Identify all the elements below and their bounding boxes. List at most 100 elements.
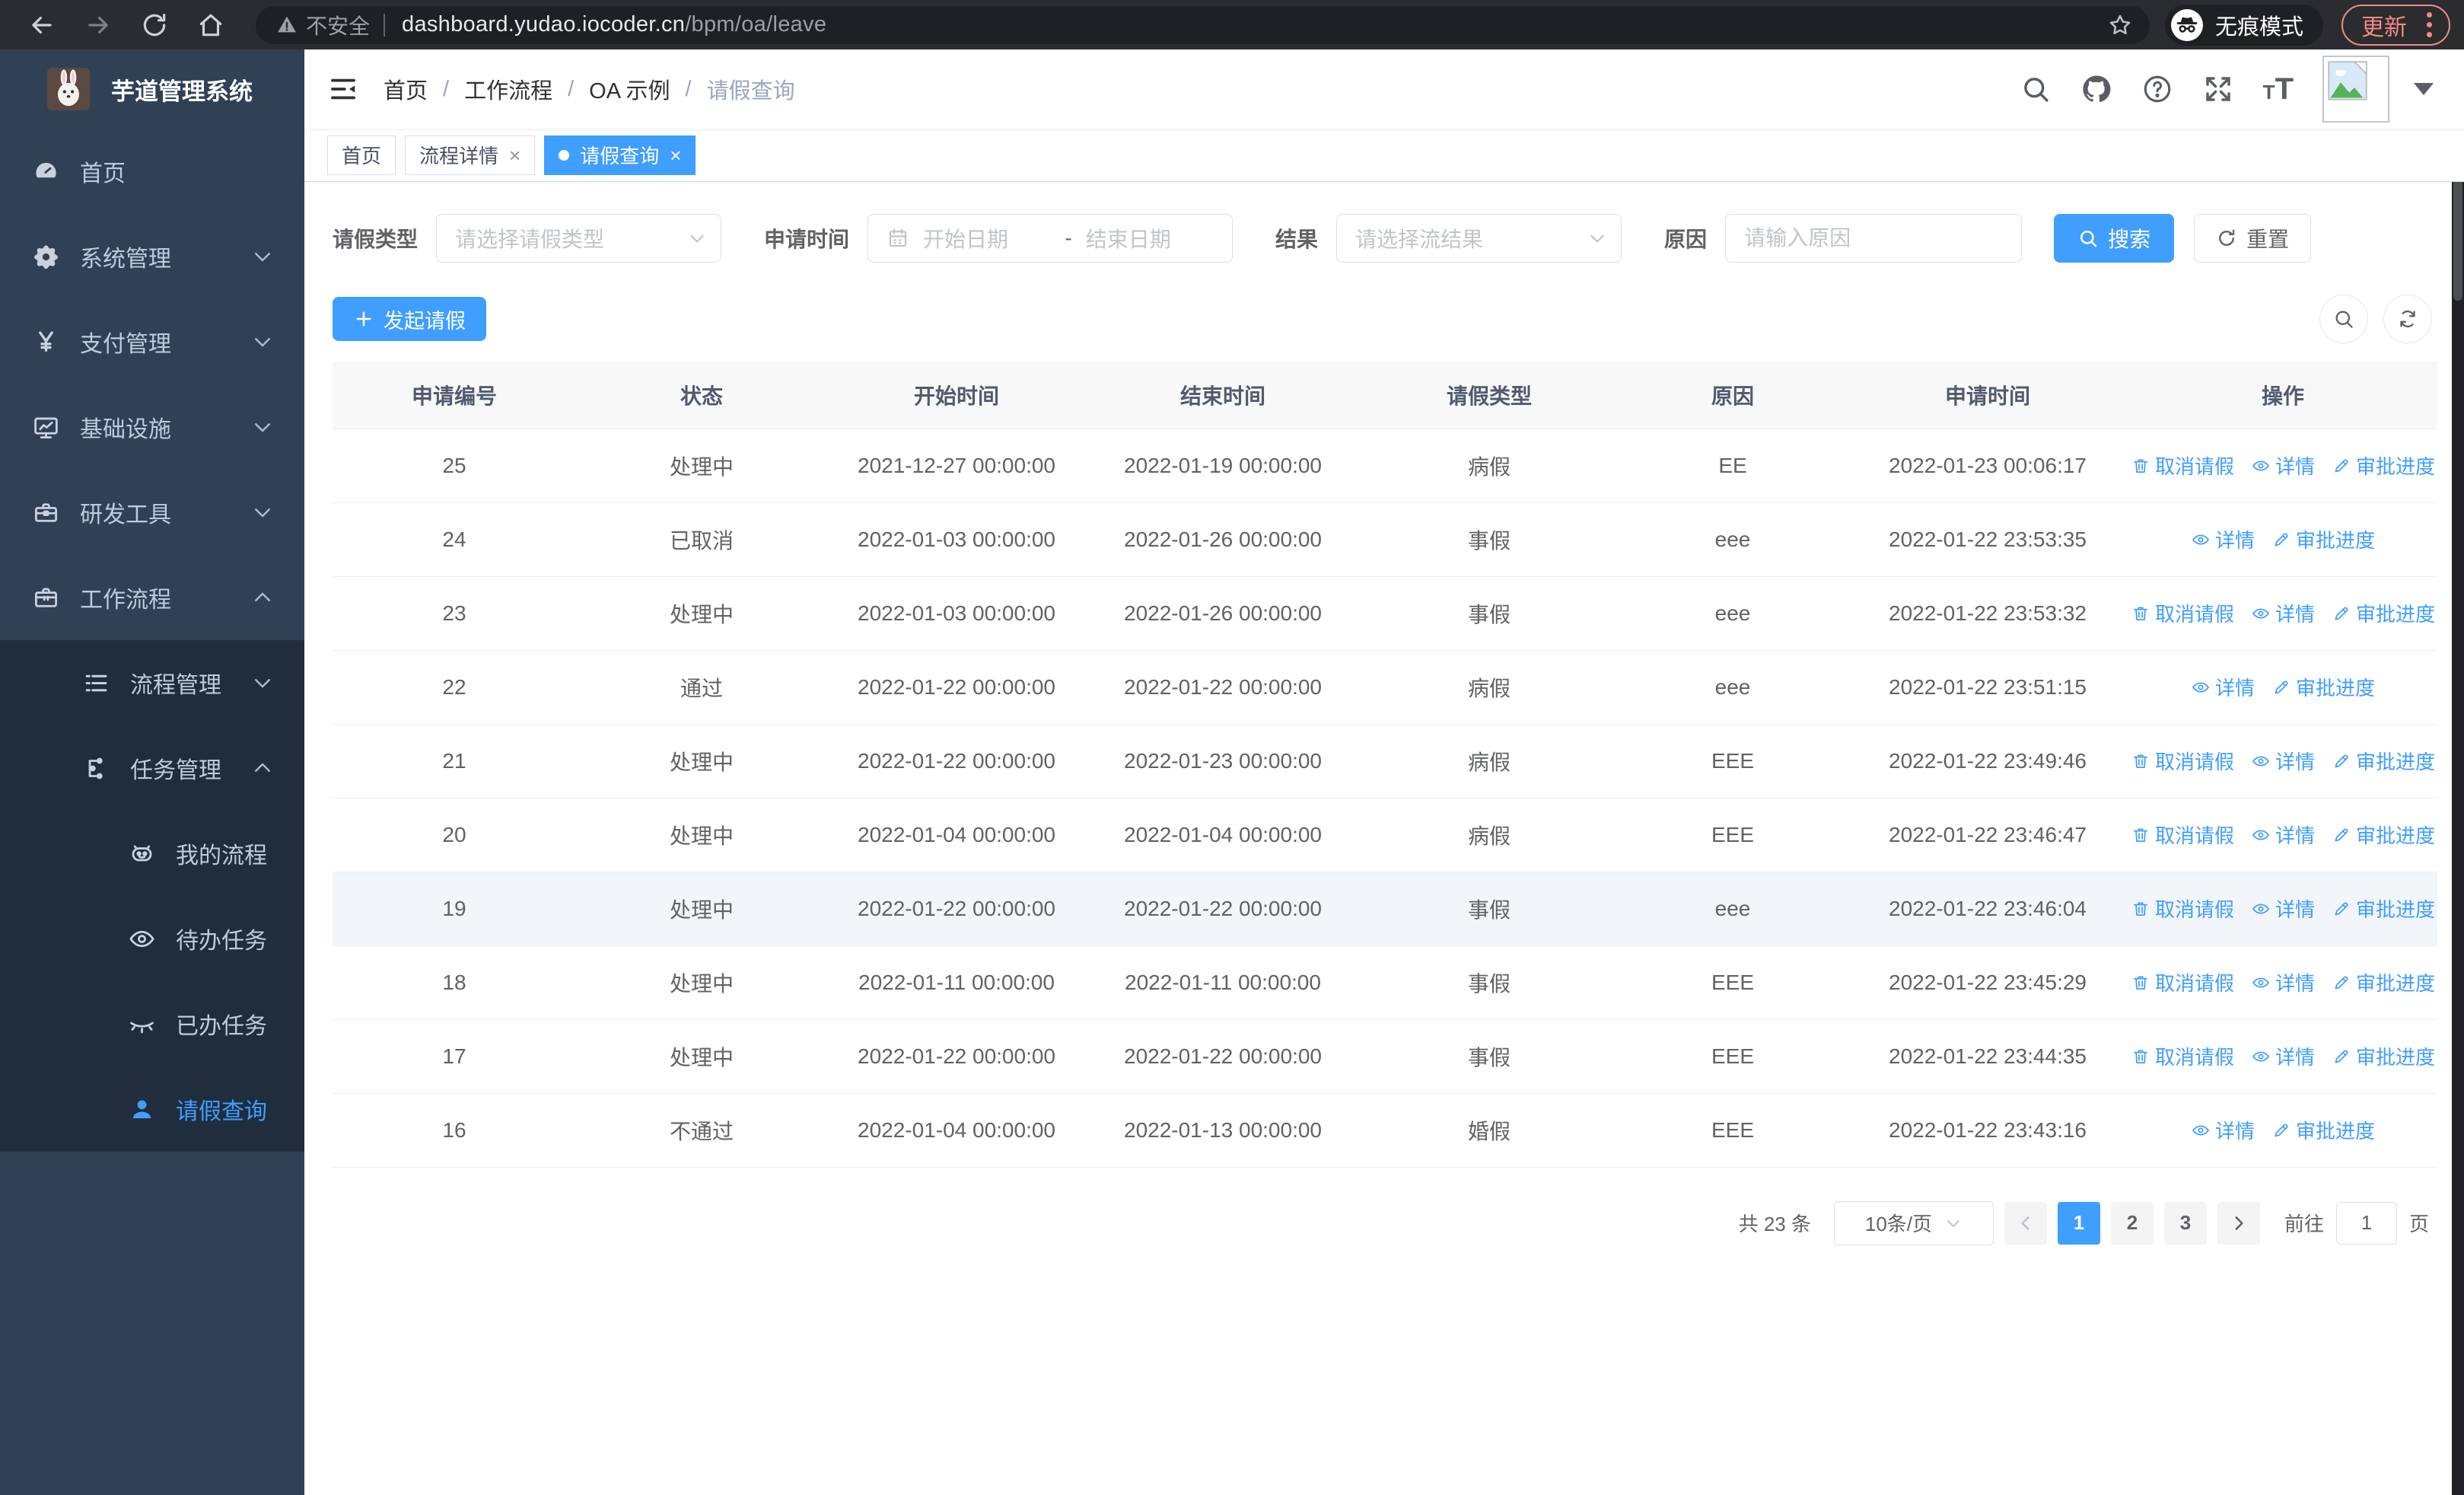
update-button[interactable]: 更新 — [2341, 4, 2450, 46]
goto-label: 前往 — [2284, 1213, 2324, 1235]
search-button[interactable]: 搜索 — [2054, 214, 2175, 263]
url-text[interactable]: dashboard.yudao.iocoder.cn/bpm/oa/leave — [402, 12, 826, 37]
detail-link[interactable]: 详情 — [2251, 747, 2315, 775]
page-button-2[interactable]: 2 — [2110, 1201, 2154, 1245]
tab-2[interactable]: 请假查询 × — [544, 135, 696, 175]
cancel-leave-link[interactable]: 取消请假 — [2131, 821, 2234, 849]
sidebar-item-5[interactable]: 工作流程 — [0, 555, 304, 640]
detail-link[interactable]: 详情 — [2191, 673, 2255, 701]
tab-close-icon[interactable]: × — [670, 145, 681, 165]
detail-link[interactable]: 详情 — [2251, 599, 2315, 627]
avatar[interactable] — [2322, 56, 2389, 123]
back-icon[interactable] — [27, 11, 56, 40]
tab-1[interactable]: 流程详情 × — [405, 135, 536, 175]
eye-closed-icon — [128, 1010, 156, 1038]
sidebar-item-4[interactable]: 研发工具 — [0, 470, 304, 555]
sidebar-item-6[interactable]: 流程管理 — [0, 640, 304, 725]
reset-button[interactable]: 重置 — [2194, 214, 2312, 263]
sidebar-item-label: 首页 — [80, 161, 126, 186]
sidebar-item-9[interactable]: 待办任务 — [0, 896, 304, 981]
github-icon[interactable] — [2080, 73, 2112, 105]
sidebar-toggle-icon[interactable] — [327, 73, 359, 105]
security-label[interactable]: 不安全 — [306, 10, 370, 40]
table-refresh-button[interactable] — [2383, 295, 2432, 343]
approval-progress-link[interactable]: 审批进度 — [2271, 525, 2375, 553]
cell-status: 处理中 — [576, 429, 827, 503]
detail-link[interactable]: 详情 — [2251, 968, 2315, 996]
sidebar-item-10[interactable]: 已办任务 — [0, 981, 304, 1066]
sidebar-item-7[interactable]: 任务管理 — [0, 725, 304, 811]
detail-link[interactable]: 详情 — [2191, 1116, 2255, 1144]
font-size-icon[interactable]: TT — [2263, 72, 2294, 107]
fullscreen-icon[interactable] — [2202, 73, 2234, 105]
approval-progress-link[interactable]: 审批进度 — [2332, 1042, 2435, 1070]
cancel-leave-link[interactable]: 取消请假 — [2131, 968, 2234, 996]
home-icon[interactable] — [196, 11, 225, 40]
tab-label: 请假查询 — [580, 145, 660, 167]
goto-page-input[interactable] — [2335, 1201, 2397, 1245]
sidebar-item-2[interactable]: 支付管理 — [0, 299, 304, 384]
breadcrumb-item-2[interactable]: OA 示例 — [589, 73, 670, 105]
sidebar-item-3[interactable]: 基础设施 — [0, 384, 304, 470]
cell-status: 处理中 — [576, 945, 827, 1020]
cancel-leave-link[interactable]: 取消请假 — [2131, 451, 2234, 480]
sidebar-item-label: 待办任务 — [176, 929, 267, 954]
detail-link[interactable]: 详情 — [2191, 525, 2255, 553]
sidebar-item-1[interactable]: 系统管理 — [0, 214, 304, 299]
tab-close-icon[interactable]: × — [509, 145, 520, 165]
reason-input[interactable] — [1744, 226, 2022, 250]
breadcrumb-separator: / — [443, 76, 450, 101]
help-icon[interactable] — [2141, 73, 2173, 105]
sidebar-item-11[interactable]: 请假查询 — [0, 1066, 304, 1152]
bookmark-star-icon[interactable] — [2107, 12, 2133, 38]
approval-progress-link[interactable]: 审批进度 — [2332, 821, 2435, 849]
sidebar-item-0[interactable]: 首页 — [0, 129, 304, 214]
cancel-leave-link[interactable]: 取消请假 — [2131, 747, 2234, 775]
detail-link-label: 详情 — [2214, 677, 2255, 700]
prev-page-button[interactable] — [2004, 1201, 2047, 1245]
page-size-select[interactable]: 10条/页 — [1833, 1200, 1994, 1245]
update-label[interactable]: 更新 — [2361, 8, 2407, 42]
create-leave-button[interactable]: 发起请假 — [333, 297, 486, 341]
breadcrumb-item-0[interactable]: 首页 — [384, 73, 428, 105]
table-search-button[interactable] — [2319, 295, 2368, 343]
address-bar[interactable]: 不安全 dashboard.yudao.iocoder.cn/bpm/oa/le… — [256, 5, 2150, 44]
approval-progress-link[interactable]: 审批进度 — [2332, 747, 2435, 775]
app-logo[interactable]: 芋道管理系统 — [0, 49, 304, 129]
reload-icon[interactable] — [140, 11, 169, 40]
result-select[interactable]: 请选择流结果 — [1336, 214, 1622, 263]
approval-progress-link[interactable]: 审批进度 — [2271, 673, 2375, 701]
date-end-placeholder[interactable]: 结束日期 — [1086, 223, 1214, 253]
page-button-3[interactable]: 3 — [2163, 1201, 2207, 1245]
cancel-leave-link[interactable]: 取消请假 — [2131, 1042, 2234, 1070]
leave-type-select[interactable]: 请选择请假类型 — [436, 214, 722, 263]
detail-link[interactable]: 详情 — [2251, 451, 2315, 480]
detail-link[interactable]: 详情 — [2251, 1042, 2315, 1070]
column-header-7: 操作 — [2128, 362, 2437, 429]
sidebar: 芋道管理系统 首页系统管理 支付管理 基础设施 研发工具 工作流程 流程管理 任务管理 我的流… — [0, 49, 304, 1495]
browser-scrollbar[interactable] — [2452, 49, 2464, 1495]
approval-progress-link[interactable]: 审批进度 — [2332, 968, 2435, 996]
approval-progress-link[interactable]: 审批进度 — [2332, 451, 2435, 480]
date-start-placeholder[interactable]: 开始日期 — [923, 223, 1051, 253]
approval-progress-link[interactable]: 审批进度 — [2332, 894, 2435, 923]
apply-time-range[interactable]: 开始日期 - 结束日期 — [867, 214, 1234, 263]
tab-0[interactable]: 首页 — [327, 135, 396, 175]
avatar-caret-icon[interactable] — [2414, 83, 2434, 95]
approval-progress-link[interactable]: 审批进度 — [2271, 1116, 2375, 1144]
browser-menu-icon[interactable] — [2422, 12, 2437, 37]
column-header-0: 申请编号 — [333, 362, 576, 429]
forward-icon[interactable] — [84, 11, 113, 40]
detail-link[interactable]: 详情 — [2251, 894, 2315, 923]
page-button-1[interactable]: 1 — [2057, 1201, 2100, 1245]
search-icon[interactable] — [2020, 73, 2052, 105]
next-page-button[interactable] — [2217, 1201, 2260, 1245]
breadcrumb-item-1[interactable]: 工作流程 — [464, 73, 552, 105]
detail-link[interactable]: 详情 — [2251, 821, 2315, 849]
approval-progress-link[interactable]: 审批进度 — [2332, 599, 2435, 627]
toolbox-icon — [32, 499, 60, 527]
cancel-leave-link[interactable]: 取消请假 — [2131, 599, 2234, 627]
sidebar-item-8[interactable]: 我的流程 — [0, 811, 304, 896]
cancel-leave-link[interactable]: 取消请假 — [2131, 894, 2234, 923]
cancel-leave-link-label: 取消请假 — [2154, 1046, 2234, 1069]
